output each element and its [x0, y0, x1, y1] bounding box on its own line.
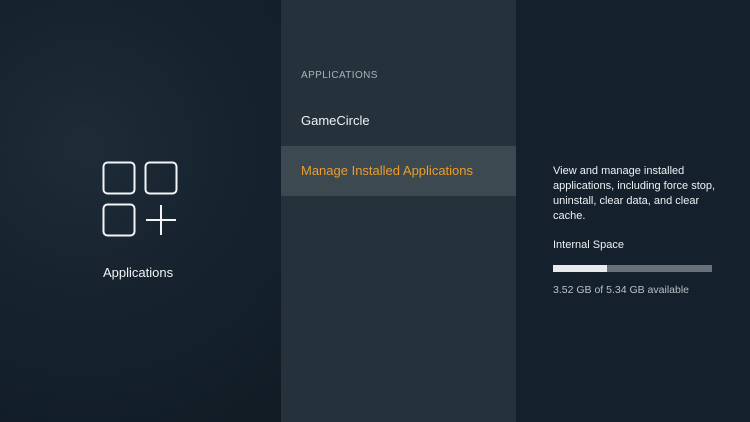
category-panel: Applications [0, 0, 281, 422]
internal-space-used-fill [553, 265, 608, 272]
internal-space-title: Internal Space [553, 239, 624, 251]
selected-item-description: View and manage installed applications, … [553, 165, 716, 222]
details-panel: View and manage installed applications, … [516, 0, 750, 422]
applications-menu: APPLICATIONS GameCircle Manage Installed… [281, 0, 516, 422]
section-header: APPLICATIONS [301, 70, 378, 81]
category-label: Applications [103, 265, 174, 280]
menu-item-gamecircle[interactable]: GameCircle [281, 96, 516, 146]
internal-space-bar [553, 265, 712, 272]
applications-settings-screen: Applications APPLICATIONS GameCircle Man… [0, 0, 750, 422]
applications-grid-icon [102, 161, 178, 237]
internal-space-available-text: 3.52 GB of 5.34 GB available [553, 284, 690, 296]
menu-item-manage-installed-applications[interactable]: Manage Installed Applications [281, 146, 516, 196]
